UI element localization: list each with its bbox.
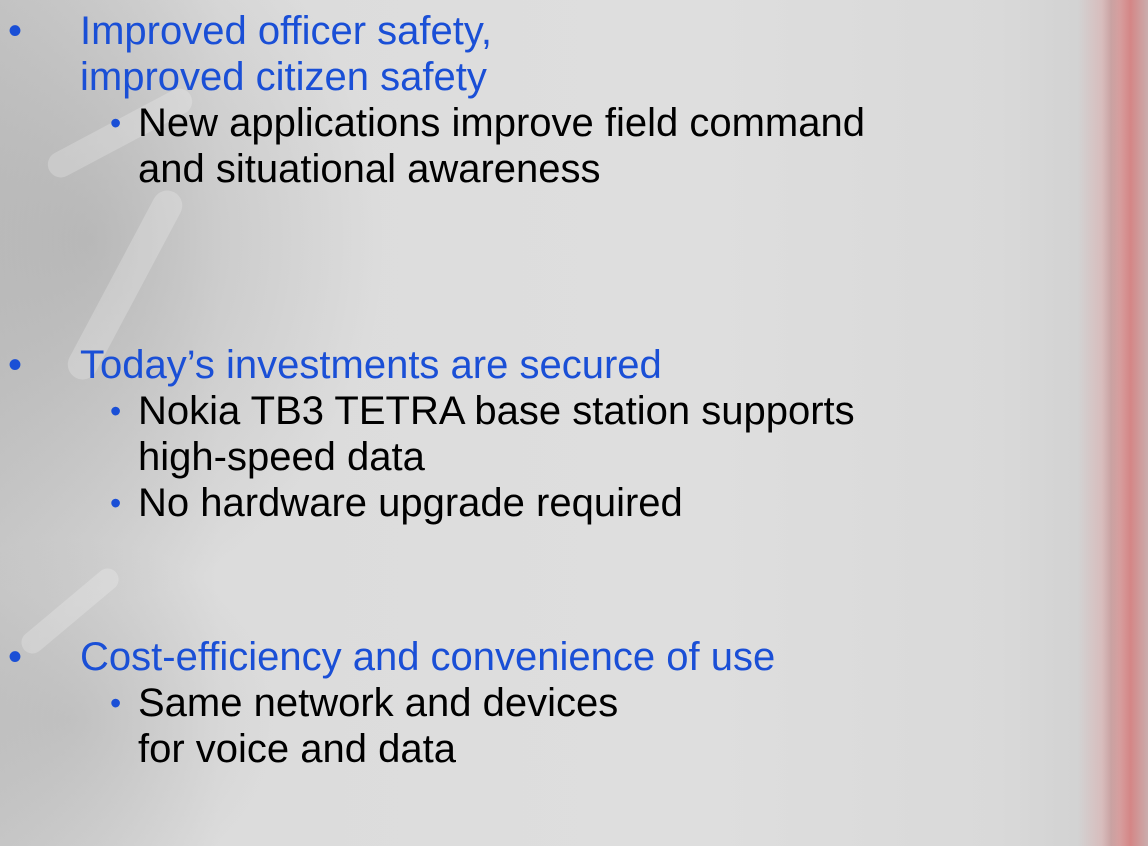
bullet-level-1: • Today’s investments are secured	[0, 342, 855, 388]
bullet-group-cost-efficiency: • Cost-efficiency and convenience of use…	[0, 634, 775, 772]
bullet-text: Cost-efficiency and convenience of use	[80, 635, 776, 679]
bullet-text: Improved officer safety,	[80, 9, 493, 53]
sub-bullet-text: New applications improve field command	[138, 101, 865, 145]
bullet-text: Today’s investments are secured	[80, 343, 662, 387]
slide-content: • Improved officer safety, improved citi…	[0, 0, 1148, 846]
bullet-level-1: • Cost-efficiency and convenience of use	[0, 634, 775, 680]
bullet-glyph: •	[8, 635, 23, 679]
bullet-glyph: •	[8, 343, 23, 387]
bullet-group-investments: • Today’s investments are secured • Noki…	[0, 342, 855, 526]
sub-bullet-glyph: •	[110, 485, 122, 521]
sub-bullet-glyph: •	[110, 393, 122, 429]
sub-bullet-text: Nokia TB3 TETRA base station supports	[138, 389, 855, 433]
bullet-text: improved citizen safety	[80, 55, 487, 99]
bullet-glyph: •	[8, 9, 23, 53]
bullet-level-2: • Same network and devices for voice and…	[0, 680, 775, 772]
bullet-level-2: • No hardware upgrade required	[0, 480, 855, 526]
sub-bullet-glyph: •	[110, 685, 122, 721]
sub-bullet-text: Same network and devices	[138, 681, 619, 725]
sub-bullet-glyph: •	[110, 105, 122, 141]
sub-bullet-text: for voice and data	[138, 727, 456, 771]
sub-bullet-text: high-speed data	[138, 435, 425, 479]
bullet-level-2: • Nokia TB3 TETRA base station supports …	[0, 388, 855, 480]
bullet-level-2: • New applications improve field command…	[0, 100, 865, 192]
sub-bullet-text: No hardware upgrade required	[138, 481, 683, 525]
bullet-level-1: • Improved officer safety, improved citi…	[0, 8, 865, 100]
bullet-group-officer-safety: • Improved officer safety, improved citi…	[0, 8, 865, 192]
sub-bullet-text: and situational awareness	[138, 147, 601, 191]
